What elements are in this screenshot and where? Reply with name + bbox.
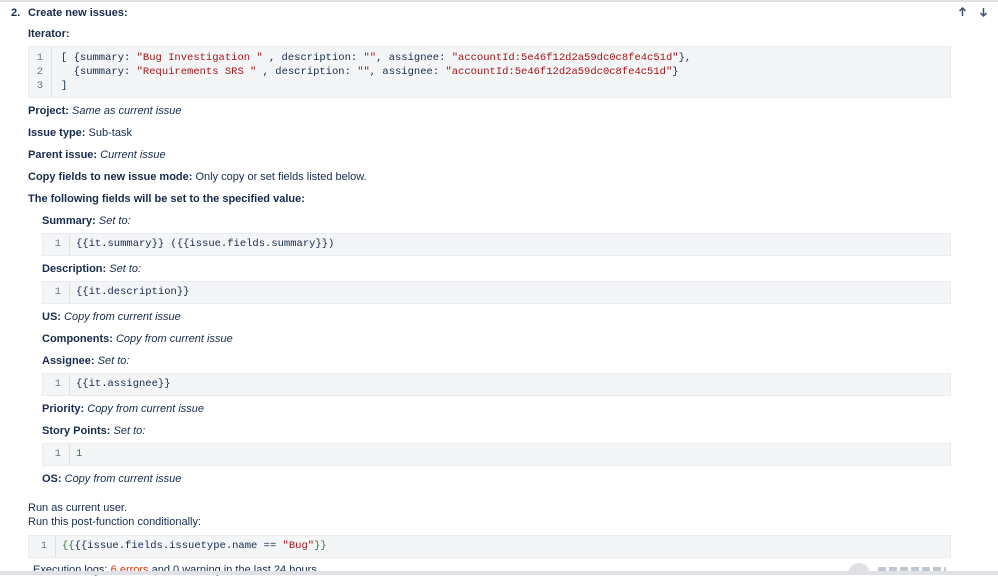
following-fields-heading: The following fields will be set to the … (28, 193, 305, 205)
code-line: 1 (76, 448, 83, 460)
project-field: Project: Same as current issue (28, 105, 182, 117)
line-number: 1 (54, 286, 61, 298)
arrow-up-icon[interactable] (957, 6, 968, 17)
iterator-label: Iterator: (28, 28, 70, 40)
condition-code-block[interactable]: 1 {{{{issue.fields.issuetype.name == "Bu… (28, 535, 951, 558)
issue-type-field: Issue type: Sub-task (28, 127, 132, 139)
assignee-code-block[interactable]: 1 {{it.assignee}} (42, 373, 951, 396)
story-points-code-block[interactable]: 1 1 (42, 443, 951, 466)
line-number: 1 (40, 540, 47, 552)
code-line: {{it.description}} (76, 286, 190, 298)
code-line: {summary: "Requirements SRS " , descript… (61, 66, 679, 78)
parent-issue-field: Parent issue: Current issue (28, 149, 166, 161)
code-line: {{it.assignee}} (76, 378, 171, 390)
step-title: Create new issues: (28, 7, 128, 19)
iterator-code-block[interactable]: 1 2 3 [ {summary: "Bug Investigation " ,… (28, 46, 951, 98)
run-conditionally-text: Run this post-function conditionally: (28, 516, 202, 528)
assignee-field: Assignee: Set to: (42, 355, 130, 367)
copy-mode-field: Copy fields to new issue mode: Only copy… (28, 171, 367, 183)
top-divider (0, 0, 998, 2)
bottom-divider (0, 571, 998, 575)
reorder-controls (957, 6, 989, 17)
line-number: 1 (54, 378, 61, 390)
priority-field: Priority: Copy from current issue (42, 403, 205, 415)
summary-code-block[interactable]: 1 {{it.summary}} ({{issue.fields.summary… (42, 233, 951, 256)
os-field: OS: Copy from current issue (42, 473, 182, 485)
description-code-block[interactable]: 1 {{it.description}} (42, 281, 951, 304)
code-line: [ {summary: "Bug Investigation " , descr… (61, 52, 692, 64)
description-field: Description: Set to: (42, 263, 142, 275)
components-field: Components: Copy from current issue (42, 333, 233, 345)
step-number: 2. (11, 7, 21, 19)
code-line: {{{{issue.fields.issuetype.name == "Bug"… (62, 540, 327, 552)
line-number: 1 (54, 238, 61, 250)
line-number: 1 (54, 448, 61, 460)
line-number: 1 (36, 52, 43, 64)
code-line: ] (61, 80, 68, 92)
line-number: 3 (36, 80, 43, 92)
code-line: {{it.summary}} ({{issue.fields.summary}}… (76, 238, 335, 250)
run-as-text: Run as current user. (28, 502, 128, 514)
line-number: 2 (36, 66, 43, 78)
arrow-down-icon[interactable] (978, 6, 989, 17)
us-field: US: Copy from current issue (42, 311, 181, 323)
summary-field: Summary: Set to: (42, 215, 131, 227)
story-points-field: Story Points: Set to: (42, 425, 146, 437)
